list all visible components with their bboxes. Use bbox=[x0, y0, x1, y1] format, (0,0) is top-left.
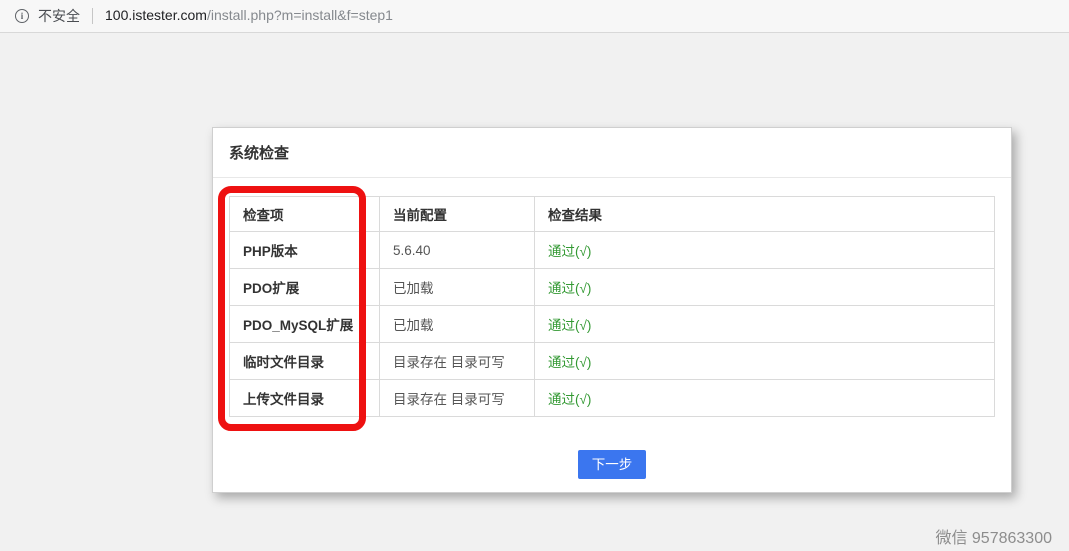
current-config-cell: 已加载 bbox=[380, 269, 535, 306]
button-row: 下一步 bbox=[229, 450, 995, 479]
url-text[interactable]: 100.istester.com/install.php?m=install&f… bbox=[105, 7, 393, 25]
url-host: 100.istester.com bbox=[105, 7, 207, 23]
check-item-cell: 临时文件目录 bbox=[230, 343, 380, 380]
card-title: 系统检查 bbox=[229, 142, 289, 163]
next-step-button[interactable]: 下一步 bbox=[578, 450, 647, 479]
info-icon[interactable]: i bbox=[15, 9, 29, 23]
table-header-row: 检查项 当前配置 检查结果 bbox=[230, 197, 995, 232]
column-header-result: 检查结果 bbox=[535, 197, 995, 232]
table-row: PDO_MySQL扩展已加载通过(√) bbox=[230, 306, 995, 343]
security-label: 不安全 bbox=[38, 6, 80, 26]
check-result-cell: 通过(√) bbox=[535, 232, 995, 269]
column-header-config: 当前配置 bbox=[380, 197, 535, 232]
check-item-cell: 上传文件目录 bbox=[230, 380, 380, 417]
system-check-table: 检查项 当前配置 检查结果 PHP版本5.6.40通过(√)PDO扩展已加载通过… bbox=[229, 196, 995, 417]
table-row: 临时文件目录目录存在 目录可写通过(√) bbox=[230, 343, 995, 380]
browser-url-bar[interactable]: i 不安全 100.istester.com/install.php?m=ins… bbox=[0, 0, 1069, 33]
current-config-cell: 5.6.40 bbox=[380, 232, 535, 269]
table-row: PHP版本5.6.40通过(√) bbox=[230, 232, 995, 269]
card-header: 系统检查 bbox=[213, 128, 1011, 178]
check-result-cell: 通过(√) bbox=[535, 269, 995, 306]
check-result-cell: 通过(√) bbox=[535, 380, 995, 417]
wechat-watermark: 微信 957863300 bbox=[935, 524, 1052, 548]
check-result-cell: 通过(√) bbox=[535, 306, 995, 343]
column-header-item: 检查项 bbox=[230, 197, 380, 232]
system-check-card: 系统检查 检查项 当前配置 检查结果 PHP版本5.6.40通过(√)PDO扩展… bbox=[212, 127, 1012, 493]
current-config-cell: 已加载 bbox=[380, 306, 535, 343]
current-config-cell: 目录存在 目录可写 bbox=[380, 343, 535, 380]
url-path: /install.php?m=install&f=step1 bbox=[207, 7, 393, 23]
check-item-cell: PDO扩展 bbox=[230, 269, 380, 306]
table-row: 上传文件目录目录存在 目录可写通过(√) bbox=[230, 380, 995, 417]
table-row: PDO扩展已加载通过(√) bbox=[230, 269, 995, 306]
current-config-cell: 目录存在 目录可写 bbox=[380, 380, 535, 417]
card-body: 检查项 当前配置 检查结果 PHP版本5.6.40通过(√)PDO扩展已加载通过… bbox=[213, 178, 1011, 479]
check-result-cell: 通过(√) bbox=[535, 343, 995, 380]
check-item-cell: PDO_MySQL扩展 bbox=[230, 306, 380, 343]
url-separator bbox=[92, 8, 93, 24]
check-item-cell: PHP版本 bbox=[230, 232, 380, 269]
